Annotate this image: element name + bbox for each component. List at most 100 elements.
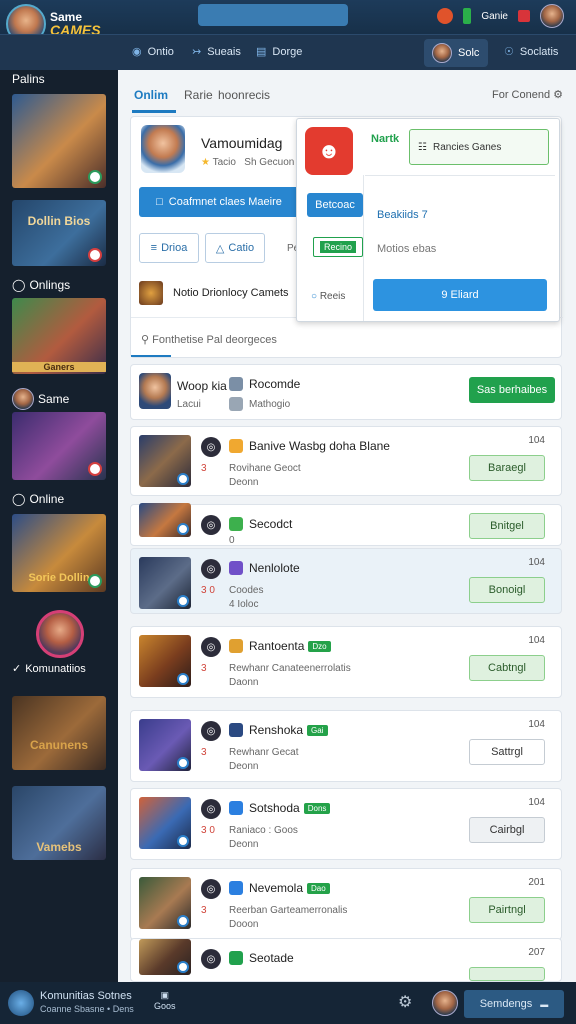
game-action-button[interactable]: Cairbgl: [469, 817, 545, 843]
game-thumbnail[interactable]: [139, 719, 191, 771]
friend-action-button[interactable]: Sas berhaibes: [469, 377, 555, 403]
game-thumbnail[interactable]: [139, 797, 191, 849]
platform-icon: [177, 915, 189, 927]
genre-icon: [229, 561, 243, 575]
game-row[interactable]: ◎ Banive Wasbg doha Blane 3 Rovihane Geoct D…: [130, 426, 562, 496]
community-icon[interactable]: [8, 990, 34, 1016]
game-title: Rantoenta Dzo: [249, 639, 331, 653]
option-button-a[interactable]: ≡ Drioa: [139, 233, 199, 263]
popup-radio[interactable]: ○ Reeis: [311, 291, 345, 302]
game-subtitle: Coodes: [229, 585, 264, 596]
tab-rarie[interactable]: Rarie: [184, 88, 213, 102]
game-row[interactable]: ◎ Rantoenta Dzo 3 Rewhanr Canateenerrolatis D…: [130, 626, 562, 698]
friend-row[interactable]: Woop kia Lacui Rocomde Mathogio Sas berh…: [130, 364, 562, 420]
gift-icon[interactable]: [518, 10, 530, 22]
publisher-icon: ◎: [201, 721, 221, 741]
genre-icon: [229, 723, 243, 737]
game-action-button[interactable]: [469, 967, 545, 981]
game-action-button[interactable]: Sattrgl: [469, 739, 545, 765]
game-action-button[interactable]: Bnitgel: [469, 513, 545, 539]
game-row[interactable]: ◎ Renshoka Gai 3 Rewhanr Gecat Deonn 104 Sattrg…: [130, 710, 562, 782]
popup-blue-button[interactable]: Betcoac: [307, 193, 363, 217]
game-players: 3: [201, 663, 207, 674]
settings-icon[interactable]: ⚙: [398, 992, 412, 1012]
game-thumbnail[interactable]: [139, 435, 191, 487]
game-row[interactable]: ◎ Nenlolote 3 0 Coodes 4 Ioloc 104 Bonoigl: [130, 548, 562, 614]
game-action-button[interactable]: Pairtngl: [469, 897, 545, 923]
nav-profile[interactable]: Solc: [424, 39, 488, 67]
search-input[interactable]: [198, 4, 348, 26]
game-tag: Dzo: [308, 641, 331, 653]
game-subtitle: Reerban Garteamerronalis: [229, 905, 348, 916]
bottom-action-button[interactable]: Semdengs ▬: [464, 990, 564, 1018]
bottom-subtitle: Coanne Sbasne • Dens: [40, 1004, 134, 1014]
sidebar-game-tile[interactable]: Canunens: [12, 696, 106, 770]
game-tag: Dao: [307, 883, 330, 895]
game-action-button[interactable]: Baraegl: [469, 455, 545, 481]
sidebar-game-tile[interactable]: Dollin Bios: [12, 200, 106, 266]
game-row[interactable]: ◎ Secodct 0 Bnitgel: [130, 503, 562, 546]
nav-bar: ◉ Ontio ↣ Sueais ▤ Dorge Solc ☉ Soclatis: [0, 34, 576, 70]
shield-icon: △: [215, 242, 225, 255]
bottom-avatar[interactable]: [432, 990, 458, 1016]
game-row[interactable]: ◎ Nevemola Dao 3 Reerban Garteamerronalis Doo…: [130, 868, 562, 940]
game-thumbnail[interactable]: [139, 635, 191, 687]
status-icon: [88, 248, 102, 262]
game-thumbnail[interactable]: [139, 877, 191, 929]
chart-icon: ▤: [256, 46, 267, 58]
sidebar-game-tile[interactable]: [12, 94, 106, 188]
game-row[interactable]: ◎ Seotade 207: [130, 938, 562, 982]
publisher-icon: ◎: [201, 799, 221, 819]
game-players: 3: [201, 905, 207, 916]
genre-icon: [229, 439, 243, 453]
tab-hoonrecis[interactable]: hoonrecis: [218, 88, 270, 102]
tab-online[interactable]: Onlim: [134, 88, 168, 102]
game-title: Nevemola Dao: [249, 881, 330, 895]
gamepad-icon: ◉: [132, 46, 142, 58]
search-field[interactable]: ⚲ Fonthetise Pal deorgeces: [141, 333, 277, 346]
game-players: 3 0: [201, 585, 215, 596]
game-players: 3 0: [201, 825, 215, 836]
sidebar-game-tile[interactable]: Sorie Dollin: [12, 514, 106, 592]
sidebar-game-tile[interactable]: [12, 412, 106, 480]
nav-item-1[interactable]: ◉ Ontio: [132, 45, 174, 59]
star-icon: ★: [201, 157, 210, 168]
platform-icon: [177, 595, 189, 607]
link-icon: ≡: [150, 242, 158, 254]
popup-field[interactable]: ☷ Rancies Ganes: [409, 129, 549, 165]
profile-avatar: [141, 125, 185, 173]
game-title: Nenlolote: [249, 561, 300, 575]
users-icon: ☷: [418, 141, 427, 153]
option-button-b[interactable]: △ Catio: [205, 233, 265, 263]
tab-right[interactable]: For Conend ⚙: [492, 88, 563, 101]
sidebar: Palins Dollin Bios ◯ Onlings Ganers Same …: [0, 70, 118, 982]
fire-icon[interactable]: [437, 8, 454, 24]
sidebar-game-tile[interactable]: Vamebs: [12, 786, 106, 860]
game-thumbnail[interactable]: [139, 557, 191, 609]
sidebar-game-tile[interactable]: Ganers: [12, 298, 106, 374]
game-title: Banive Wasbg doha Blane: [249, 439, 390, 453]
popup-green-button[interactable]: Recino: [313, 237, 363, 257]
user-avatar[interactable]: [540, 4, 564, 28]
keyboard-icon: ▬: [540, 999, 549, 1009]
status-label: Ganie: [481, 10, 508, 22]
game-tag: Gai: [307, 725, 328, 737]
featured-avatar[interactable]: [36, 610, 84, 658]
game-row[interactable]: ◎ Sotshoda Dons 3 0 Raniaco : Goos Deonn 104 Ca…: [130, 788, 562, 860]
game-title: Seotade: [249, 951, 294, 965]
sidebar-section-5: ✓ Komunatiios: [12, 662, 86, 676]
game-action-button[interactable]: Cabtngl: [469, 655, 545, 681]
popup-action-button[interactable]: 9 Eliard: [373, 279, 547, 311]
bottom-icon-button[interactable]: ▣ Goos: [154, 990, 176, 1011]
nav-item-2[interactable]: ↣ Sueais: [192, 45, 241, 59]
primary-action-button[interactable]: □ Coafmnet claes Maeire: [139, 187, 299, 217]
game-action-button[interactable]: Bonoigl: [469, 577, 545, 603]
genre-icon: [229, 517, 243, 531]
featured-game-title[interactable]: Notio Drionlocy Camets: [173, 287, 289, 299]
nav-settings[interactable]: ☉ Soclatis: [504, 45, 558, 59]
game-subtitle: Raniaco : Goos: [229, 825, 298, 836]
nav-item-3[interactable]: ▤ Dorge: [256, 45, 302, 59]
game-thumbnail[interactable]: [139, 503, 191, 537]
popup-panel: ☻ Nartk ☷ Rancies Ganes Betcoac Recino ○ …: [296, 118, 560, 322]
game-thumbnail[interactable]: [139, 939, 191, 975]
